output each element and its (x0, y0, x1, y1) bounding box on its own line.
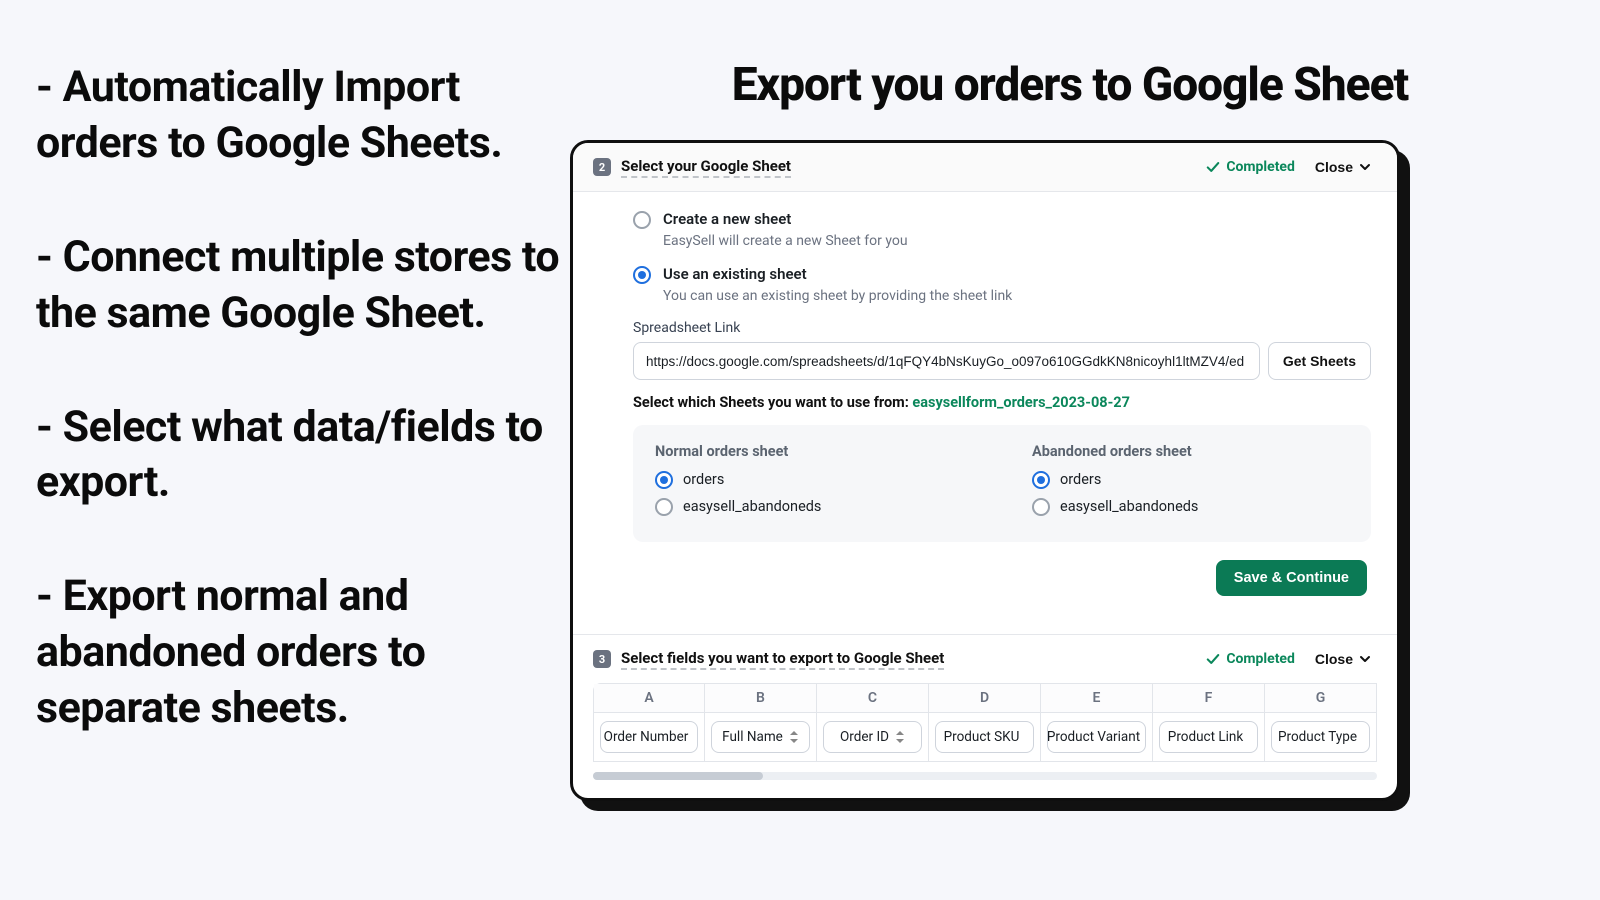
bullet-2: - Connect multiple stores to the same Go… (36, 230, 566, 342)
radio-existing-sub: You can use an existing sheet by providi… (663, 288, 1371, 304)
completed-label: Completed (1226, 159, 1295, 175)
column-letter: E (1041, 684, 1152, 713)
field-column: C Order ID (817, 683, 929, 762)
option-label: orders (683, 471, 724, 488)
normal-orders-title: Normal orders sheet (655, 443, 972, 460)
field-column: D Product SKU (929, 683, 1041, 762)
field-select[interactable]: Order Number (600, 721, 698, 753)
column-body: Product Type (1265, 713, 1376, 761)
abandoned-orders-title: Abandoned orders sheet (1032, 443, 1349, 460)
step-2-close-button[interactable]: Close (1309, 155, 1377, 179)
radio-icon (633, 211, 651, 229)
feature-bullets: - Automatically Import orders to Google … (36, 60, 566, 795)
column-letter: G (1265, 684, 1376, 713)
option-label: easysell_abandoneds (683, 498, 821, 515)
column-body: Product SKU (929, 713, 1040, 761)
radio-icon (1032, 471, 1050, 489)
get-sheets-button[interactable]: Get Sheets (1268, 342, 1371, 380)
column-body: Order ID (817, 713, 928, 761)
field-select[interactable]: Product Variant (1047, 721, 1146, 753)
column-letter: F (1153, 684, 1264, 713)
radio-icon (655, 498, 673, 516)
option-label: orders (1060, 471, 1101, 488)
close-label: Close (1315, 651, 1353, 667)
step-2-title: Select your Google Sheet (621, 157, 791, 178)
radio-create-sub: EasySell will create a new Sheet for you (663, 233, 1371, 249)
step-2-badge: 2 (593, 158, 611, 176)
save-continue-button[interactable]: Save & Continue (1216, 560, 1367, 596)
abandoned-abandoneds-option[interactable]: easysell_abandoneds (1032, 497, 1349, 516)
radio-icon (633, 266, 651, 284)
step-3-completed: Completed (1206, 651, 1295, 667)
step-2-completed: Completed (1206, 159, 1295, 175)
config-panel: 2 Select your Google Sheet Completed Clo… (570, 140, 1400, 801)
column-body: Product Link (1153, 713, 1264, 761)
step-3-badge: 3 (593, 650, 611, 668)
radio-create-new[interactable]: Create a new sheet (633, 210, 1371, 229)
abandoned-orders-option[interactable]: orders (1032, 470, 1349, 489)
field-select[interactable]: Product SKU (935, 721, 1034, 753)
column-letter: A (594, 684, 704, 713)
select-sheets-line: Select which Sheets you want to use from… (633, 394, 1371, 411)
close-label: Close (1315, 159, 1353, 175)
field-column: B Full Name (705, 683, 817, 762)
column-letter: B (705, 684, 816, 713)
column-body: Product Variant (1041, 713, 1152, 761)
field-column: E Product Variant (1041, 683, 1153, 762)
field-select[interactable]: Order ID (823, 721, 922, 753)
radio-icon (655, 471, 673, 489)
field-select[interactable]: Product Link (1159, 721, 1258, 753)
column-letter: D (929, 684, 1040, 713)
abandoned-orders-column: Abandoned orders sheet orders easysell_a… (1032, 443, 1349, 524)
spreadsheet-link-label: Spreadsheet Link (633, 320, 1371, 336)
normal-orders-option[interactable]: orders (655, 470, 972, 489)
chevron-down-icon (1359, 653, 1371, 665)
completed-label: Completed (1226, 651, 1295, 667)
option-label: easysell_abandoneds (1060, 498, 1198, 515)
check-icon (1206, 160, 1220, 174)
normal-abandoneds-option[interactable]: easysell_abandoneds (655, 497, 972, 516)
step-3-body: AOrder NumberBFull NameCOrder IDDProduct… (573, 683, 1397, 798)
radio-create-label: Create a new sheet (663, 210, 791, 228)
field-select[interactable]: Product Type (1271, 721, 1370, 753)
step-2-body: Create a new sheet EasySell will create … (573, 192, 1397, 616)
step-3-title: Select fields you want to export to Goog… (621, 649, 944, 670)
select-prefix: Select which Sheets you want to use from… (633, 394, 912, 411)
step-2-header: 2 Select your Google Sheet Completed Clo… (573, 143, 1397, 192)
radio-icon (1032, 498, 1050, 516)
scrollbar-thumb[interactable] (593, 772, 763, 780)
spreadsheet-link-input[interactable] (633, 342, 1260, 380)
column-body: Order Number (594, 713, 704, 761)
normal-orders-column: Normal orders sheet orders easysell_aban… (655, 443, 972, 524)
field-column: F Product Link (1153, 683, 1265, 762)
sheet-selection-box: Normal orders sheet orders easysell_aban… (633, 425, 1371, 542)
bullet-3: - Select what data/fields to export. (36, 400, 566, 512)
check-icon (1206, 652, 1220, 666)
column-body: Full Name (705, 713, 816, 761)
field-column: A Order Number (593, 683, 705, 762)
spreadsheet-filename: easysellform_orders_2023-08-27 (912, 394, 1130, 411)
bullet-4: - Export normal and abandoned orders to … (36, 569, 566, 737)
step-3-header: 3 Select fields you want to export to Go… (573, 635, 1397, 683)
radio-use-existing[interactable]: Use an existing sheet (633, 265, 1371, 284)
column-letter: C (817, 684, 928, 713)
field-select[interactable]: Full Name (711, 721, 810, 753)
horizontal-scrollbar[interactable] (593, 772, 1377, 780)
page-headline: Export you orders to Google Sheet (570, 58, 1570, 112)
field-column: G Product Type (1265, 683, 1377, 762)
radio-existing-label: Use an existing sheet (663, 265, 807, 283)
chevron-down-icon (1359, 161, 1371, 173)
bullet-1: - Automatically Import orders to Google … (36, 60, 566, 172)
fields-table: AOrder NumberBFull NameCOrder IDDProduct… (593, 683, 1377, 762)
step-3-close-button[interactable]: Close (1309, 647, 1377, 671)
